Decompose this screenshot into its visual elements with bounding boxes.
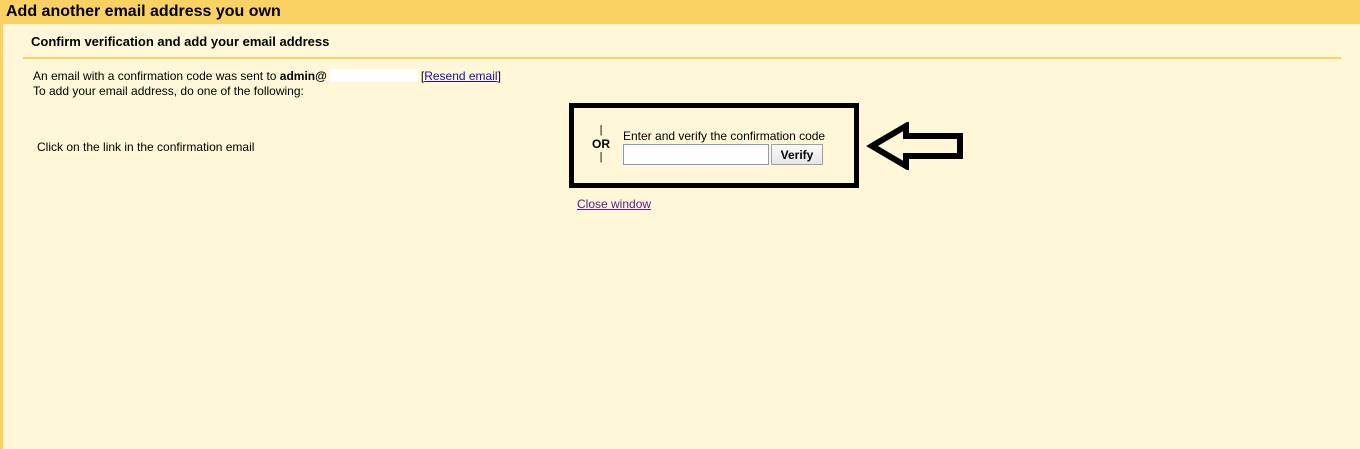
info-line-2: To add your email address, do one of the… — [33, 84, 304, 98]
email-address: admin@ — [279, 69, 327, 83]
arrow-left-icon — [866, 122, 963, 170]
redacted-domain — [329, 69, 418, 82]
left-border — [0, 24, 3, 449]
close-window-link[interactable]: Close window — [577, 197, 651, 212]
separator-bar-bottom: | — [599, 151, 603, 163]
heading-divider — [23, 57, 1341, 59]
section-heading: Confirm verification and add your email … — [31, 34, 330, 49]
dialog-title: Add another email address you own — [0, 0, 1360, 24]
info-sent-text: An email with a confirmation code was se… — [33, 69, 277, 83]
separator-bar-top: | — [599, 124, 603, 136]
info-line-1: An email with a confirmation code was se… — [33, 69, 501, 83]
verify-button[interactable]: Verify — [771, 144, 823, 165]
resend-email-link[interactable]: Resend email — [424, 69, 497, 83]
or-separator: | OR | — [591, 124, 611, 164]
or-label: OR — [592, 137, 610, 151]
confirmation-code-label: Enter and verify the confirmation code — [623, 129, 826, 143]
confirmation-code-input[interactable] — [623, 144, 769, 165]
dialog-title-text: Add another email address you own — [6, 3, 281, 20]
confirmation-info: An email with a confirmation code was se… — [33, 69, 633, 99]
option-click-link-text: Click on the link in the confirmation em… — [37, 140, 255, 154]
